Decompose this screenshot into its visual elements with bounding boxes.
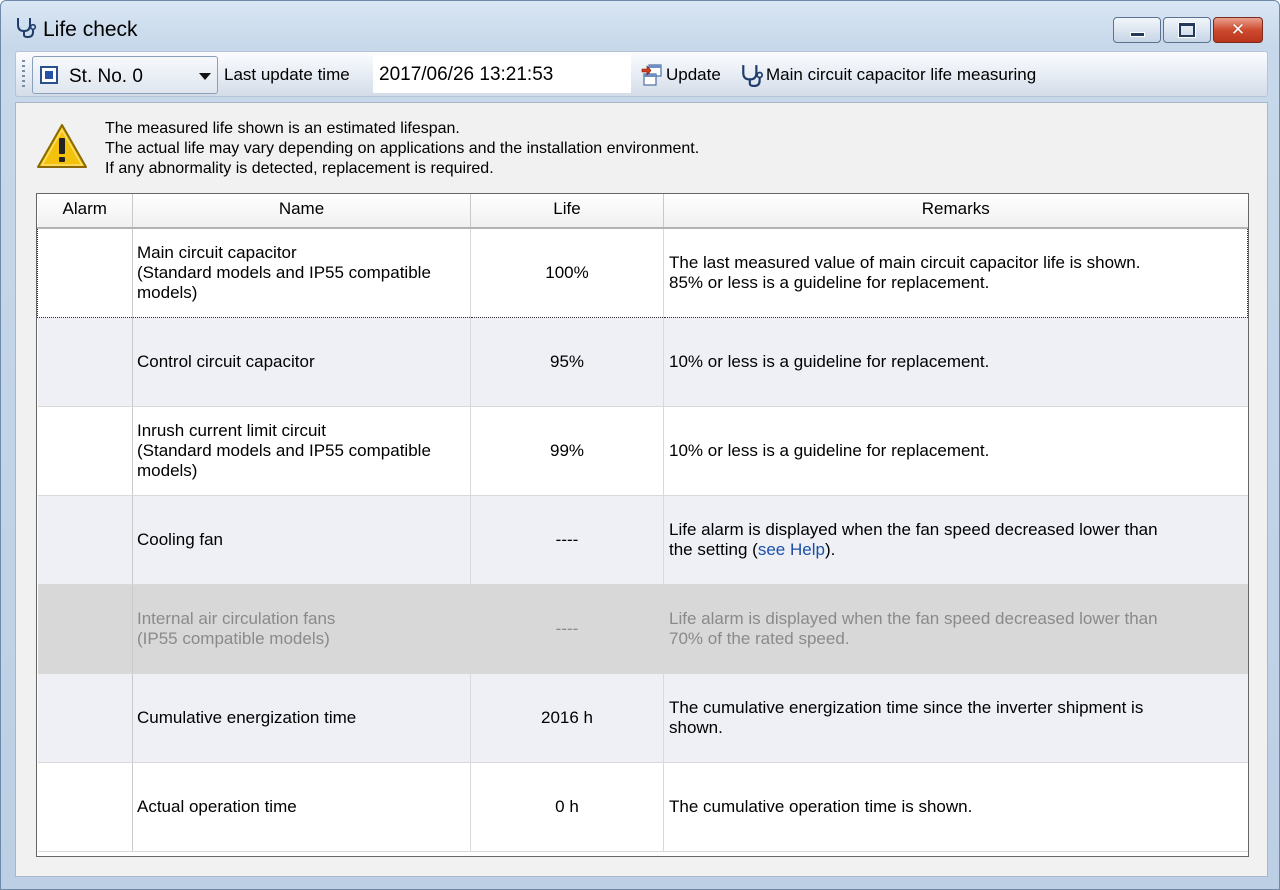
life-cell: 2016 h [470,673,664,763]
life-cell: ---- [470,495,664,585]
table-row[interactable]: Cooling fan ---- Life alarm is displayed… [37,495,1248,585]
name-cell: Internal air circulation fans (IP55 comp… [132,584,471,674]
name-cell: Actual operation time [132,762,471,852]
notice-line: The actual life may vary depending on ap… [105,140,700,157]
see-help-link[interactable]: see Help [758,540,825,559]
remarks-text: the setting ( [669,539,758,559]
stethoscope-icon [742,65,764,87]
capacitor-life-measuring-label: Main circuit capacitor life measuring [766,65,1037,84]
stethoscope-icon [17,18,37,38]
remarks-cell: The cumulative energization time since t… [663,673,1248,763]
name-line: Actual operation time [137,796,297,816]
remarks-cell: The cumulative operation time is shown. [663,762,1248,852]
toolbar: St. No. 0 Last update time 2017/06/26 13… [15,51,1268,97]
window-controls: ✕ [1113,17,1263,43]
remarks-line: the setting (see Help). [669,540,1244,560]
column-header-name[interactable]: Name [132,194,471,229]
name-line: Cooling fan [137,529,224,549]
table-row[interactable]: Main circuit capacitor (Standard models … [37,227,1248,318]
name-cell: Main circuit capacitor (Standard models … [132,227,471,318]
column-header-remarks[interactable]: Remarks [663,194,1248,229]
table-row[interactable]: Actual operation time 0 h The cumulative… [37,762,1248,852]
remarks-cell: 10% or less is a guideline for replaceme… [663,317,1248,407]
close-button[interactable]: ✕ [1213,17,1263,43]
toolbar-grip[interactable] [22,60,25,88]
remarks-line: Life alarm is displayed when the fan spe… [669,608,1158,628]
remarks-line: 85% or less is a guideline for replaceme… [669,272,990,292]
alarm-cell [37,227,133,318]
update-label: Update [666,65,721,84]
column-header-alarm[interactable]: Alarm [37,194,133,229]
name-line: models) [137,282,198,302]
last-update-label: Last update time [224,65,350,84]
remarks-line: 10% or less is a guideline for replaceme… [669,351,990,371]
remarks-line: The cumulative operation time is shown. [669,796,973,816]
name-line: models) [137,460,198,480]
warning-icon [37,124,87,168]
remarks-text: ). [824,539,836,559]
maximize-button[interactable] [1163,17,1211,43]
remarks-line: shown. [669,717,723,737]
life-cell: 0 h [470,762,664,852]
column-header-life[interactable]: Life [470,194,664,229]
table-row[interactable]: Control circuit capacitor 95% 10% or les… [37,317,1248,407]
minimize-icon [1129,31,1145,37]
name-cell: Cooling fan [132,495,471,585]
remarks-cell: 10% or less is a guideline for replaceme… [663,406,1248,496]
life-check-window: Life check ✕ St. No. 0 Last update time … [0,0,1280,890]
name-cell: Control circuit capacitor [132,317,471,407]
alarm-cell [37,762,133,852]
name-line: Main circuit capacitor [137,242,297,262]
remarks-cell: Life alarm is displayed when the fan spe… [663,495,1248,585]
name-line: Control circuit capacitor [137,351,315,371]
remarks-cell: Life alarm is displayed when the fan spe… [663,584,1248,674]
last-update-value: 2017/06/26 13:21:53 [373,55,631,93]
alarm-cell [37,406,133,496]
update-icon [641,64,662,86]
update-button[interactable]: Update [640,60,721,90]
remarks-line: Life alarm is displayed when the fan spe… [669,519,1158,539]
remarks-line: The cumulative energization time since t… [669,697,1144,717]
station-label: St. No. 0 [69,66,143,87]
table-row[interactable]: Internal air circulation fans (IP55 comp… [37,584,1248,674]
station-icon [40,66,58,84]
remarks-line: 10% or less is a guideline for replaceme… [669,440,990,460]
remarks-line: The last measured value of main circuit … [669,252,1141,272]
alarm-cell [37,495,133,585]
remarks-cell: The last measured value of main circuit … [663,227,1248,318]
name-cell: Cumulative energization time [132,673,471,763]
table-header-row: Alarm Name Life Remarks [37,194,1248,229]
notice-line: If any abnormality is detected, replacem… [105,160,494,177]
notice-line: The measured life shown is an estimated … [105,120,460,137]
alarm-cell [37,317,133,407]
life-cell: 99% [470,406,664,496]
alarm-cell [37,584,133,674]
capacitor-life-measuring-button[interactable]: Main circuit capacitor life measuring [740,60,1036,90]
alarm-cell [37,673,133,763]
name-line: Internal air circulation fans [137,608,336,628]
remarks-line: 70% of the rated speed. [669,628,850,648]
table-row[interactable]: Inrush current limit circuit (Standard m… [37,406,1248,496]
title-bar[interactable]: Life check ✕ [1,1,1279,47]
life-cell: 100% [470,227,664,318]
name-line: (Standard models and IP55 compatible [137,262,431,282]
maximize-icon [1179,23,1195,37]
name-line: (Standard models and IP55 compatible [137,440,431,460]
station-select[interactable]: St. No. 0 [32,56,218,94]
name-line: (IP55 compatible models) [137,628,330,648]
minimize-button[interactable] [1113,17,1161,43]
name-cell: Inrush current limit circuit (Standard m… [132,406,471,496]
notice-text: The measured life shown is an estimated … [105,119,699,179]
chevron-down-icon [199,73,211,80]
table-row[interactable]: Cumulative energization time 2016 h The … [37,673,1248,763]
main-panel: The measured life shown is an estimated … [15,102,1268,877]
name-line: Cumulative energization time [137,707,357,727]
close-icon: ✕ [1230,20,1246,40]
name-line: Inrush current limit circuit [137,420,326,440]
life-table: Alarm Name Life Remarks Main circuit cap… [36,193,1249,857]
life-cell: 95% [470,317,664,407]
life-cell: ---- [470,584,664,674]
window-title: Life check [43,18,138,41]
